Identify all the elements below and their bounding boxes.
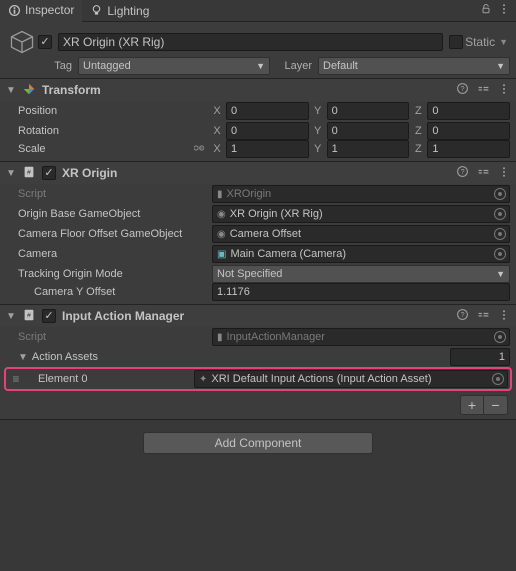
svg-text:?: ? [460,310,464,319]
script-icon: # [22,308,36,325]
tracking-mode-dropdown[interactable]: Not Specified▼ [212,265,510,283]
presets-icon[interactable] [477,308,490,324]
object-picker-icon[interactable] [492,373,504,385]
drag-handle-icon[interactable]: ≡ [8,372,24,386]
object-picker-icon[interactable] [494,248,506,260]
rotation-label: Rotation [18,125,212,137]
iam-foldout[interactable]: ▼ [6,311,16,322]
tab-inspector[interactable]: Inspector [0,0,82,22]
svg-text:#: # [27,169,31,176]
static-dropdown-arrow[interactable]: ▼ [497,37,510,47]
rotation-x-field[interactable]: 0 [226,122,309,140]
gameobject-active-checkbox[interactable] [38,35,52,49]
element0-label: Element 0 [24,373,194,385]
gameobject-name-field[interactable]: XR Origin (XR Rig) [58,33,443,51]
scale-label: Scale [18,142,212,157]
transform-title: Transform [42,83,450,97]
script-icon: # [22,165,36,182]
add-component-button[interactable]: Add Component [143,432,373,454]
tab-inspector-label: Inspector [25,3,74,17]
list-add-button[interactable]: + [460,395,484,415]
static-label: Static [465,35,495,49]
help-icon[interactable]: ? [456,308,469,324]
svg-text:#: # [27,312,31,319]
object-picker-icon[interactable] [494,228,506,240]
position-x-field[interactable]: 0 [226,102,309,120]
xrorigin-foldout[interactable]: ▼ [6,168,16,179]
tab-lighting-label: Lighting [107,4,149,18]
scale-x-field[interactable]: 1 [226,140,309,158]
component-menu-icon[interactable] [498,309,510,324]
xrorigin-title: XR Origin [62,166,450,180]
origin-base-label: Origin Base GameObject [18,208,212,220]
script-field: ▮InputActionManager [212,328,510,346]
component-menu-icon[interactable] [498,166,510,181]
element0-field[interactable]: ✦XRI Default Input Actions (Input Action… [194,370,508,388]
camera-y-offset-label: Camera Y Offset [18,286,212,298]
transform-icon [22,82,36,99]
constrain-proportions-icon[interactable] [194,142,212,157]
position-y-field[interactable]: 0 [327,102,410,120]
static-checkbox[interactable] [449,35,463,49]
lightbulb-icon [90,4,103,17]
action-assets-label: ▼Action Assets [18,351,212,363]
gameobject-mini-icon: ◉ [217,209,226,220]
xrorigin-enabled-checkbox[interactable] [42,166,56,180]
inspector-icon [8,4,21,17]
gameobject-icon[interactable] [6,26,38,58]
camera-mini-icon: ▣ [217,249,226,260]
chevron-down-icon: ▼ [256,61,265,71]
help-icon[interactable]: ? [456,82,469,98]
component-menu-icon[interactable] [498,83,510,98]
camera-y-offset-field[interactable]: 1.1176 [212,283,510,301]
origin-base-field[interactable]: ◉XR Origin (XR Rig) [212,205,510,223]
script-field: ▮XROrigin [212,185,510,203]
script-label: Script [18,331,212,343]
object-picker-icon [494,188,506,200]
script-mini-icon: ▮ [217,189,223,200]
help-icon[interactable]: ? [456,165,469,181]
layer-dropdown[interactable]: Default ▼ [318,57,510,75]
iam-title: Input Action Manager [62,309,450,323]
layer-label: Layer [276,60,312,72]
chevron-down-icon: ▼ [496,269,505,279]
tag-dropdown[interactable]: Untagged ▼ [78,57,270,75]
lock-icon[interactable] [480,3,492,18]
gameobject-mini-icon: ◉ [217,229,226,240]
scale-z-field[interactable]: 1 [427,140,510,158]
iam-enabled-checkbox[interactable] [42,309,56,323]
camera-floor-label: Camera Floor Offset GameObject [18,228,212,240]
kebab-menu-icon[interactable] [498,3,510,18]
scale-y-field[interactable]: 1 [327,140,410,158]
action-assets-foldout[interactable]: ▼ [18,352,28,363]
tab-lighting[interactable]: Lighting [82,0,157,21]
presets-icon[interactable] [477,165,490,181]
rotation-z-field[interactable]: 0 [427,122,510,140]
element0-row: ≡ Element 0 ✦XRI Default Input Actions (… [4,367,512,391]
script-label: Script [18,188,212,200]
presets-icon[interactable] [477,82,490,98]
position-label: Position [18,105,212,117]
camera-floor-field[interactable]: ◉Camera Offset [212,225,510,243]
tracking-mode-label: Tracking Origin Mode [18,268,212,280]
svg-text:?: ? [460,167,464,176]
transform-foldout[interactable]: ▼ [6,85,16,96]
svg-text:?: ? [460,84,464,93]
position-z-field[interactable]: 0 [427,102,510,120]
object-picker-icon [494,331,506,343]
object-picker-icon[interactable] [494,208,506,220]
list-remove-button[interactable]: − [484,395,508,415]
chevron-down-icon: ▼ [496,61,505,71]
camera-field[interactable]: ▣Main Camera (Camera) [212,245,510,263]
script-mini-icon: ▮ [217,332,223,343]
asset-mini-icon: ✦ [199,374,207,385]
rotation-y-field[interactable]: 0 [327,122,410,140]
list-size-field[interactable]: 1 [450,348,510,366]
tag-label: Tag [42,60,72,72]
camera-label: Camera [18,248,212,260]
